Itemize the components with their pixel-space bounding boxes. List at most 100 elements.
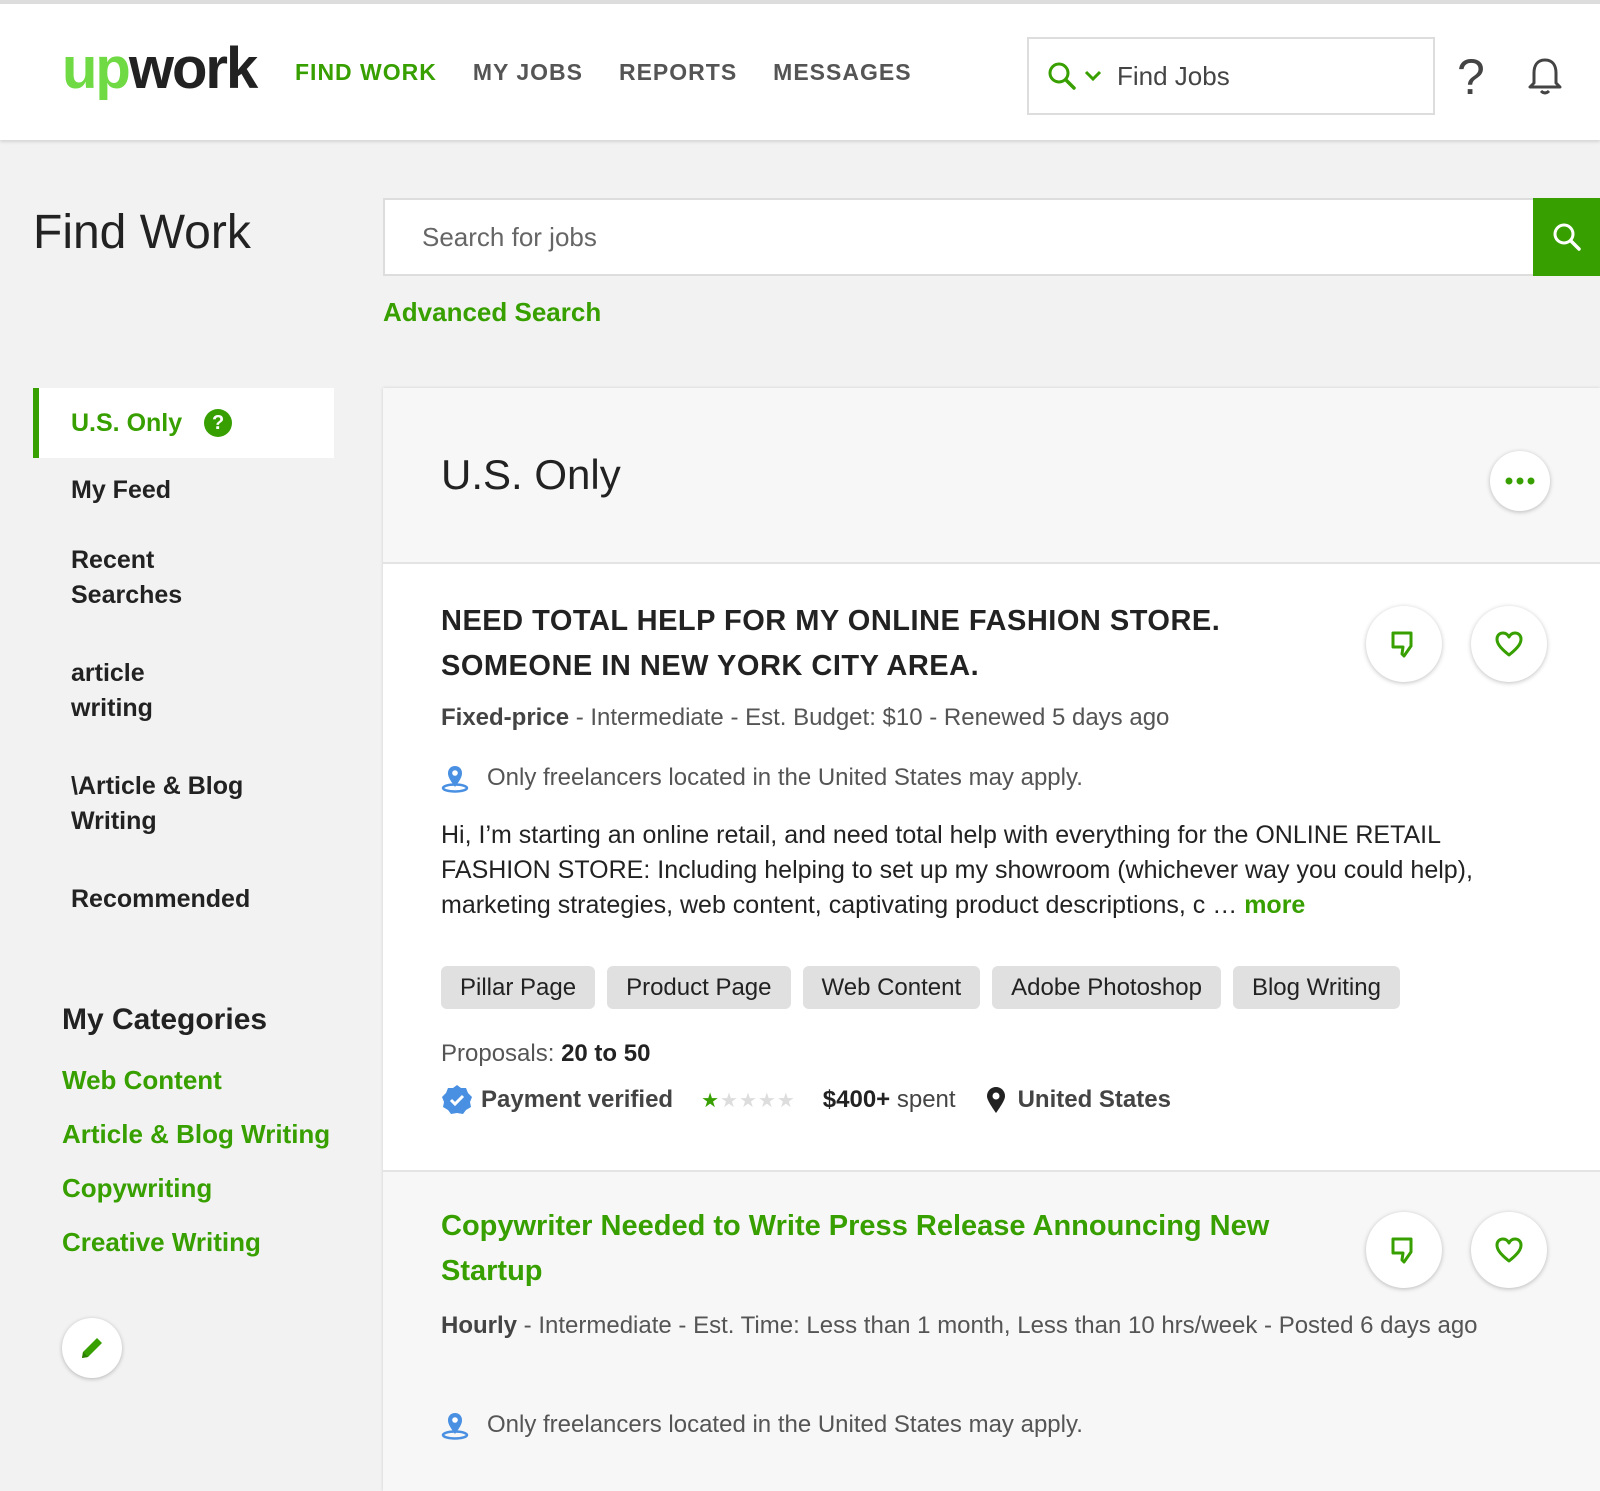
bell-icon[interactable] <box>1527 56 1563 101</box>
upwork-logo[interactable]: upwork <box>62 34 258 104</box>
job-meta: Hourly - Intermediate - Est. Time: Less … <box>441 1306 1521 1345</box>
star-icon: ★ <box>720 1089 738 1112</box>
proposals-value: 20 to 50 <box>561 1040 651 1067</box>
star-icon: ★ <box>757 1089 776 1112</box>
spent-amount: $400+ <box>822 1086 891 1113</box>
category-article-blog-writing[interactable]: Article & Blog Writing <box>62 1117 332 1152</box>
help-icon[interactable]: ? <box>1457 47 1485 107</box>
header-search-placeholder: Find Jobs <box>1117 60 1230 91</box>
dislike-button[interactable] <box>1366 606 1442 682</box>
header-search[interactable]: Find Jobs <box>1027 37 1435 115</box>
location-note: Only freelancers located in the United S… <box>487 1411 1083 1438</box>
search-icon <box>1048 62 1076 90</box>
save-job-button[interactable] <box>1471 606 1547 682</box>
location-note: Only freelancers located in the United S… <box>487 764 1083 791</box>
advanced-search-link[interactable]: Advanced Search <box>383 297 601 328</box>
more-options-button[interactable] <box>1490 451 1550 511</box>
search-type-dropdown[interactable] <box>1047 61 1103 91</box>
sidebar: U.S. Only ? My Feed Recent Searches arti… <box>33 388 334 917</box>
spent-label: spent <box>890 1086 956 1113</box>
map-marker-icon <box>986 1087 1005 1113</box>
job-type: Fixed-price <box>441 704 570 731</box>
location-restriction: Only freelancers located in the United S… <box>441 763 1083 793</box>
client-country: United States <box>986 1086 1171 1114</box>
job-description: Hi, I’m starting an online retail, and n… <box>441 818 1551 923</box>
page-title: Find Work <box>33 206 251 259</box>
job-card[interactable]: NEED TOTAL HELP FOR MY ONLINE FASHION ST… <box>383 564 1600 1172</box>
star-icon: ★ <box>738 1089 757 1112</box>
star-icon: ★ <box>776 1089 795 1112</box>
category-web-content[interactable]: Web Content <box>62 1063 332 1098</box>
location-restriction: Only freelancers located in the United S… <box>441 1410 1083 1440</box>
more-link[interactable]: more <box>1244 891 1305 919</box>
thumbs-down-icon <box>1391 1237 1413 1264</box>
job-search-input[interactable] <box>385 200 1533 274</box>
more-dots-icon <box>1505 477 1535 485</box>
search-button[interactable] <box>1533 198 1600 276</box>
sidebar-item-recommended[interactable]: Recommended <box>33 882 334 917</box>
category-list: Web Content Article & Blog Writing Copyw… <box>62 1063 332 1279</box>
save-job-button[interactable] <box>1471 1212 1547 1288</box>
job-search-box <box>383 198 1535 276</box>
pencil-icon <box>82 1338 102 1358</box>
country-name: United States <box>1017 1086 1171 1113</box>
sidebar-item-label: U.S. Only <box>71 408 183 437</box>
location-pin-icon <box>441 766 469 793</box>
category-copywriting[interactable]: Copywriting <box>62 1171 332 1206</box>
skill-tag[interactable]: Adobe Photoshop <box>992 966 1221 1009</box>
verified-badge-icon <box>442 1085 472 1114</box>
panel-header: U.S. Only <box>383 388 1600 564</box>
client-spent: $400+ spent <box>823 1086 956 1114</box>
job-meta-details: - Intermediate - Est. Budget: $10 - Rene… <box>569 704 1170 731</box>
sidebar-item-label: \Article & Blog Writing <box>71 772 244 835</box>
skill-tag[interactable]: Pillar Page <box>441 966 596 1009</box>
panel-title: U.S. Only <box>441 451 621 498</box>
nav-my-jobs[interactable]: MY JOBS <box>473 59 583 86</box>
sidebar-item-article-writing[interactable]: article writing <box>33 656 213 726</box>
main-nav: FIND WORK MY JOBS REPORTS MESSAGES <box>295 59 912 86</box>
job-description-text: Hi, I’m starting an online retail, and n… <box>441 821 1473 919</box>
chevron-down-icon <box>1084 70 1102 82</box>
dislike-button[interactable] <box>1366 1212 1442 1288</box>
sidebar-item-label: Recommended <box>71 885 251 913</box>
logo-work-text: work <box>128 36 258 101</box>
nav-find-work[interactable]: FIND WORK <box>295 59 437 86</box>
star-icon: ★ <box>701 1089 720 1112</box>
logo-up-text: up <box>62 36 131 101</box>
nav-reports[interactable]: REPORTS <box>619 59 737 86</box>
skill-tag[interactable]: Web Content <box>802 966 981 1009</box>
skill-tag[interactable]: Blog Writing <box>1232 966 1400 1009</box>
top-header: upwork FIND WORK MY JOBS REPORTS MESSAGE… <box>0 0 1600 140</box>
sidebar-item-label: My Feed <box>71 476 172 504</box>
sidebar-item-us-only[interactable]: U.S. Only ? <box>33 388 334 458</box>
skill-tag[interactable]: Product Page <box>607 966 791 1009</box>
category-creative-writing[interactable]: Creative Writing <box>62 1225 332 1260</box>
proposals-count: Proposals: 20 to 50 <box>441 1040 650 1068</box>
sidebar-item-article-blog-writing[interactable]: \Article & Blog Writing <box>33 769 273 839</box>
job-meta: Fixed-price - Intermediate - Est. Budget… <box>441 698 1521 737</box>
skill-tags: Pillar Page Product Page Web Content Ado… <box>441 966 1400 1009</box>
help-circle-icon[interactable]: ? <box>204 409 233 437</box>
sidebar-item-my-feed[interactable]: My Feed <box>33 473 334 508</box>
proposals-label: Proposals: <box>441 1040 562 1067</box>
sidebar-item-recent-searches[interactable]: Recent Searches <box>33 543 213 613</box>
sidebar-item-label: article writing <box>71 659 153 722</box>
location-pin-icon <box>441 1413 469 1440</box>
sidebar-item-label: Recent Searches <box>71 546 183 609</box>
heart-icon <box>1495 1237 1523 1263</box>
edit-categories-button[interactable] <box>62 1318 122 1378</box>
payment-verified: Payment verified <box>481 1086 674 1113</box>
job-meta-details: - Intermediate - Est. Time: Less than 1 … <box>517 1312 1478 1339</box>
thumbs-down-icon <box>1391 631 1413 658</box>
client-info: Payment verified ★ ★ ★ ★ ★ $400+ spent U… <box>441 1084 1171 1116</box>
search-icon <box>1553 223 1581 251</box>
job-title[interactable]: NEED TOTAL HELP FOR MY ONLINE FASHION ST… <box>441 599 1311 689</box>
heart-icon <box>1495 631 1523 657</box>
job-card[interactable]: Copywriter Needed to Write Press Release… <box>383 1172 1600 1491</box>
client-rating: ★ ★ ★ ★ ★ <box>701 1088 795 1113</box>
nav-messages[interactable]: MESSAGES <box>773 59 911 86</box>
my-categories-title: My Categories <box>62 1003 268 1036</box>
job-title[interactable]: Copywriter Needed to Write Press Release… <box>441 1204 1311 1294</box>
job-feed-panel: U.S. Only NEED TOTAL HELP FOR MY ONLINE … <box>383 388 1600 1491</box>
job-type: Hourly <box>441 1312 518 1339</box>
